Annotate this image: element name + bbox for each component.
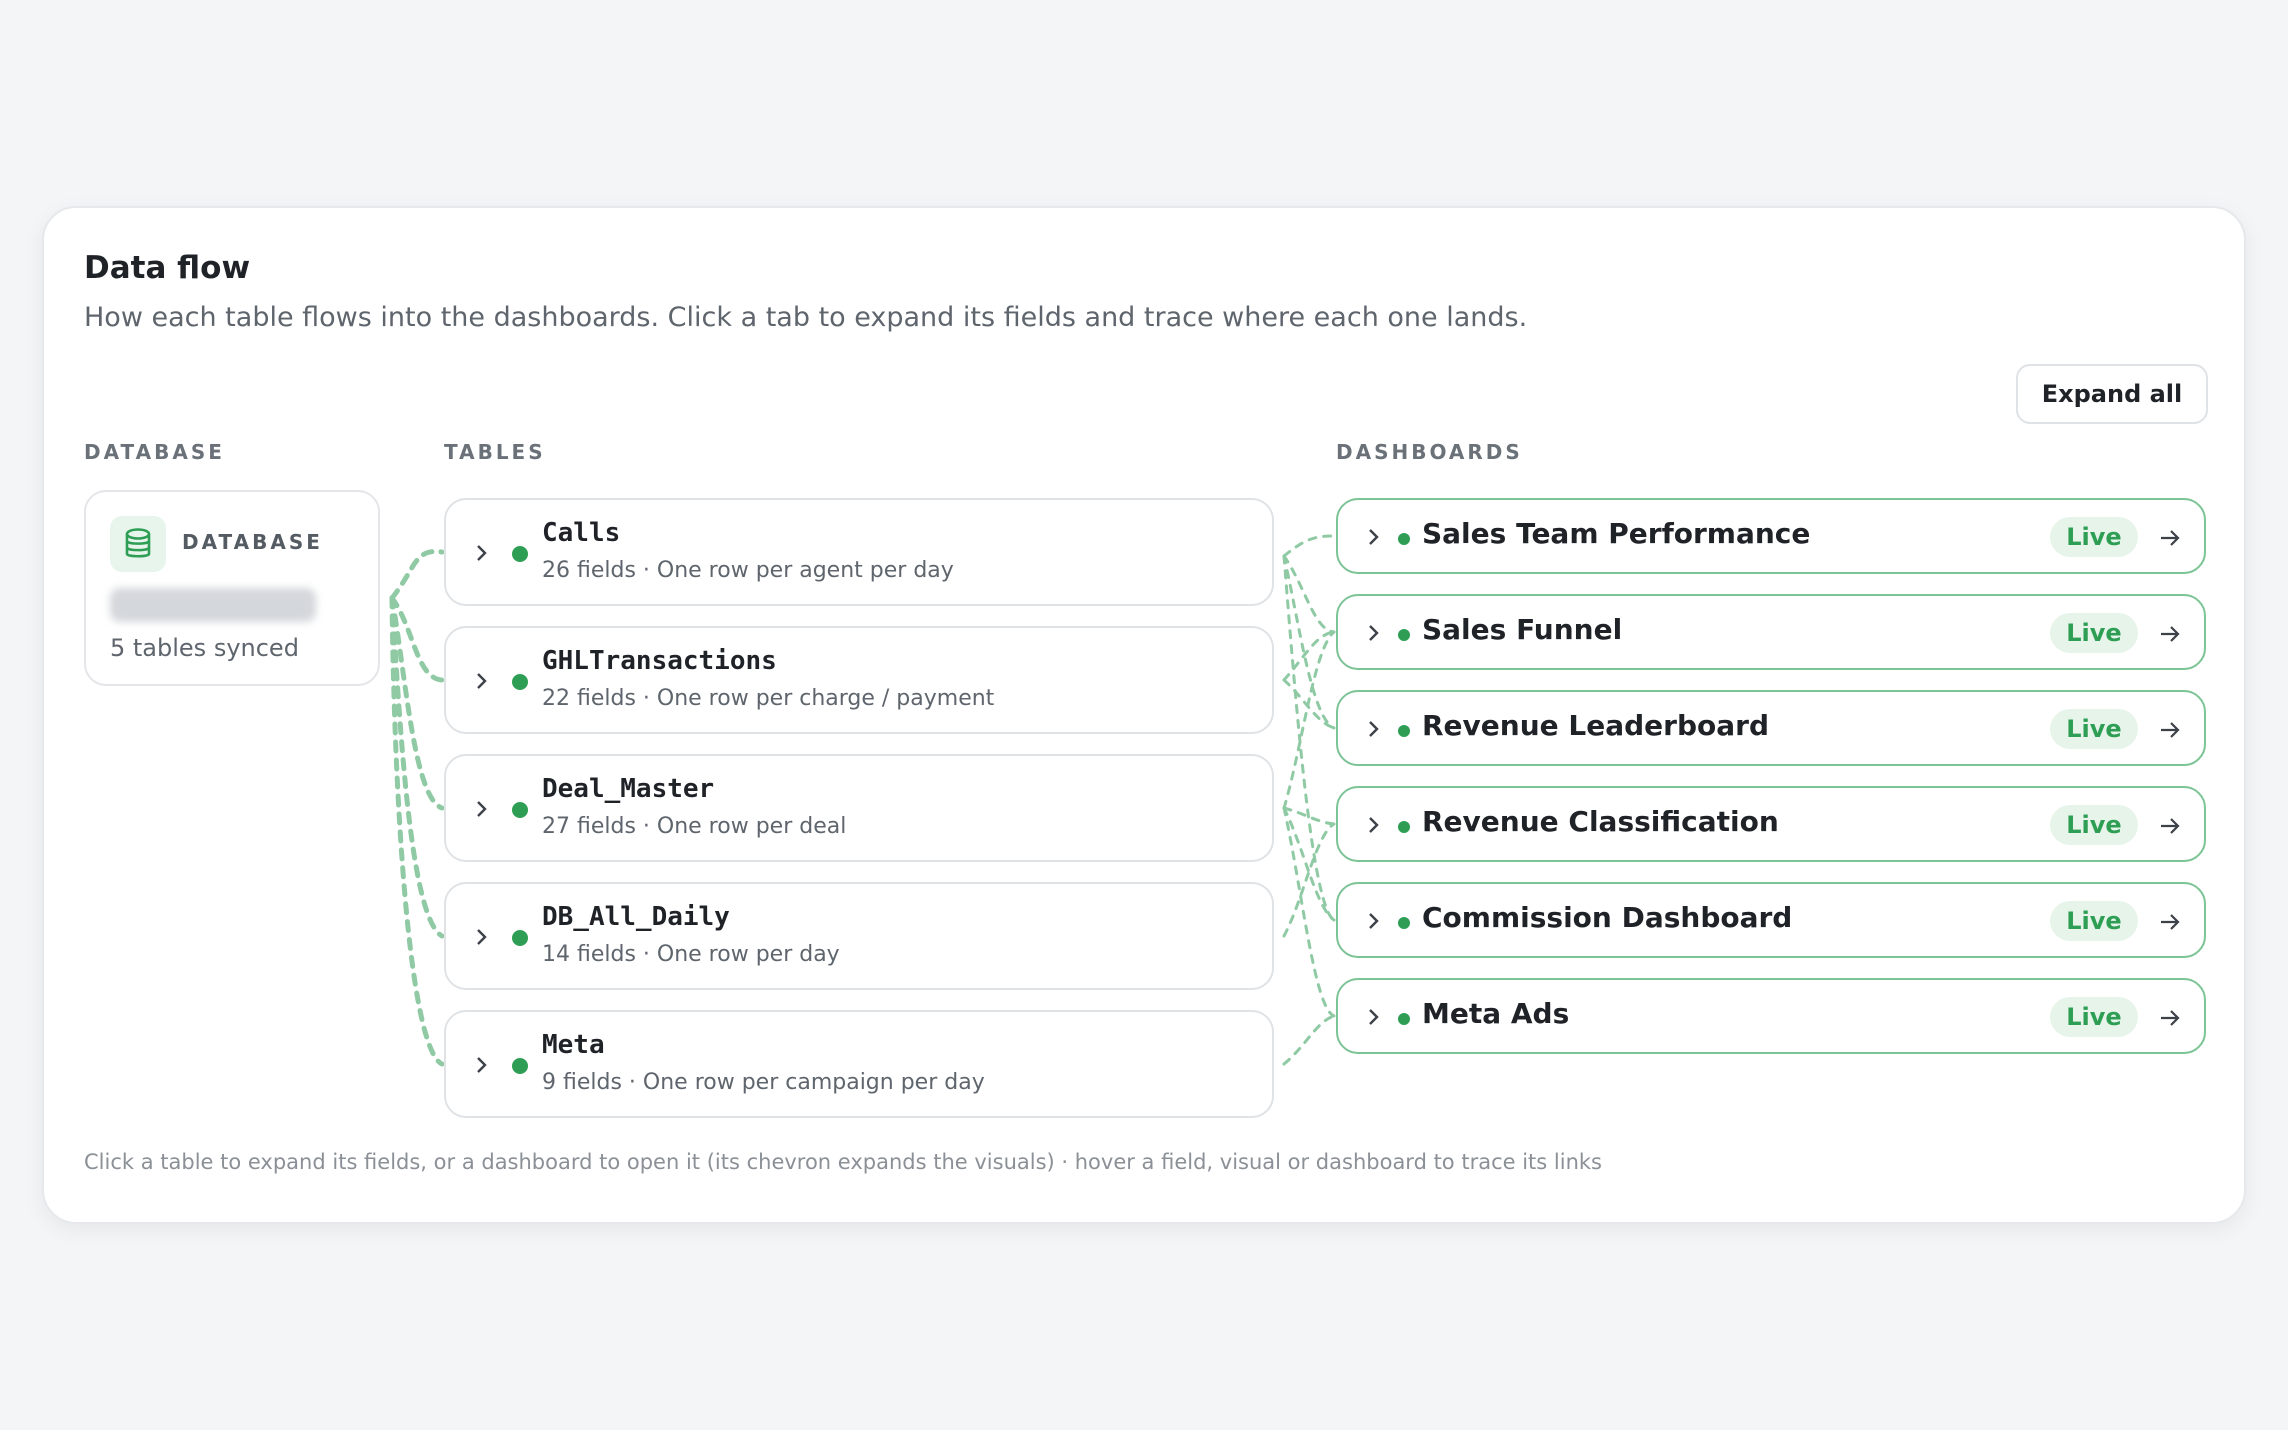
database-sync-status: 5 tables synced [110, 634, 299, 662]
chevron-right-icon[interactable] [1358, 618, 1388, 648]
dashboard-card-sales-team-performance[interactable]: Sales Team Performance Live [1336, 498, 2206, 574]
table-card-calls[interactable]: Calls 26 fields · One row per agent per … [444, 498, 1274, 606]
database-icon [110, 516, 166, 572]
dashboard-card-revenue-classification[interactable]: Revenue Classification Live [1336, 786, 2206, 862]
database-to-table-links [389, 549, 445, 1067]
live-badge: Live [2050, 997, 2138, 1037]
status-dot [512, 546, 528, 562]
table-meta: 9 fields · One row per campaign per day [542, 1070, 985, 1095]
link-calls-commission-dashboard [1282, 554, 1336, 922]
live-badge: Live [2050, 805, 2138, 845]
table-name: DB_All_Daily [542, 902, 730, 932]
database-label: DATABASE [182, 530, 323, 554]
link-calls-sales-team-performance [1282, 534, 1336, 558]
table-card-db-all-daily[interactable]: DB_All_Daily 14 fields · One row per day [444, 882, 1274, 990]
dashboard-name: Meta Ads [1422, 997, 1570, 1030]
chevron-right-icon[interactable] [1358, 1002, 1388, 1032]
footer-hint: Click a table to expand its fields, or a… [84, 1150, 1602, 1174]
status-dot [1398, 821, 1410, 833]
link-db-deal-master [389, 595, 445, 811]
table-name: Meta [542, 1030, 605, 1060]
dashboard-card-sales-funnel[interactable]: Sales Funnel Live [1336, 594, 2206, 670]
dashboard-name: Commission Dashboard [1422, 901, 1793, 934]
arrow-right-icon[interactable] [2154, 906, 2186, 938]
dashboard-card-commission-dashboard[interactable]: Commission Dashboard Live [1336, 882, 2206, 958]
table-card-ghltransactions[interactable]: GHLTransactions 22 fields · One row per … [444, 626, 1274, 734]
live-badge: Live [2050, 613, 2138, 653]
status-dot [1398, 533, 1410, 545]
table-meta: 14 fields · One row per day [542, 942, 840, 967]
chevron-right-icon[interactable] [1358, 714, 1388, 744]
link-calls-sales-funnel [1282, 554, 1336, 634]
chevron-right-icon[interactable] [466, 666, 496, 696]
table-meta: 22 fields · One row per charge / payment [542, 686, 995, 711]
live-badge: Live [2050, 901, 2138, 941]
chevron-right-icon[interactable] [466, 794, 496, 824]
chevron-right-icon[interactable] [1358, 522, 1388, 552]
status-dot [1398, 1013, 1410, 1025]
database-name-redacted [110, 588, 316, 622]
database-card: DATABASE 5 tables synced [84, 490, 380, 686]
table-meta: 27 fields · One row per deal [542, 814, 847, 839]
live-badge: Live [2050, 709, 2138, 749]
arrow-right-icon[interactable] [2154, 1002, 2186, 1034]
status-dot [1398, 725, 1410, 737]
table-card-deal-master[interactable]: Deal_Master 27 fields · One row per deal [444, 754, 1274, 862]
chevron-right-icon[interactable] [466, 538, 496, 568]
arrow-right-icon[interactable] [2154, 522, 2186, 554]
chevron-right-icon[interactable] [466, 1050, 496, 1080]
table-to-dashboard-links [1282, 534, 1336, 1066]
status-dot [1398, 629, 1410, 641]
table-meta: 26 fields · One row per agent per day [542, 558, 954, 583]
chevron-right-icon[interactable] [1358, 810, 1388, 840]
link-db-calls [389, 549, 445, 601]
live-badge: Live [2050, 517, 2138, 557]
table-name: Calls [542, 518, 621, 548]
chevron-right-icon[interactable] [466, 922, 496, 952]
status-dot [512, 802, 528, 818]
arrow-right-icon[interactable] [2154, 714, 2186, 746]
table-name: Deal_Master [542, 774, 715, 804]
dashboard-card-meta-ads[interactable]: Meta Ads Live [1336, 978, 2206, 1054]
dashboard-name: Sales Team Performance [1422, 517, 1811, 550]
data-flow-panel: Data flow How each table flows into the … [42, 206, 2246, 1224]
table-card-meta[interactable]: Meta 9 fields · One row per campaign per… [444, 1010, 1274, 1118]
dashboard-name: Revenue Classification [1422, 805, 1779, 838]
status-dot [1398, 917, 1410, 929]
arrow-right-icon[interactable] [2154, 618, 2186, 650]
dashboard-card-revenue-leaderboard[interactable]: Revenue Leaderboard Live [1336, 690, 2206, 766]
link-db-meta [389, 595, 445, 1067]
table-name: GHLTransactions [542, 646, 777, 676]
link-meta-meta-ads [1282, 1014, 1336, 1066]
dashboard-name: Sales Funnel [1422, 613, 1623, 646]
status-dot [512, 930, 528, 946]
arrow-right-icon[interactable] [2154, 810, 2186, 842]
status-dot [512, 1058, 528, 1074]
dashboard-name: Revenue Leaderboard [1422, 709, 1769, 742]
status-dot [512, 674, 528, 690]
chevron-right-icon[interactable] [1358, 906, 1388, 936]
